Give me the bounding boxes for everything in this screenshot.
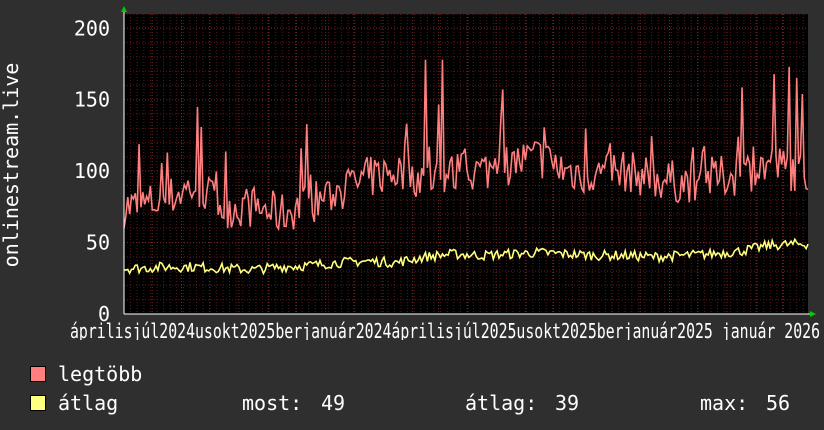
stat-max-value: 56	[766, 391, 791, 415]
line-chart: 050100150200 áprilisjúl2024usokt2025berj…	[0, 6, 820, 340]
y-tick-label: 150	[74, 88, 110, 112]
y-tick-label: 50	[86, 231, 110, 255]
y-tick-label: 200	[74, 16, 110, 40]
legend-max-label: legtöbb	[58, 362, 143, 386]
y-axis-arrow-icon	[121, 6, 127, 12]
x-axis-arrow-icon	[810, 311, 816, 317]
stat-avg-label: átlag:	[465, 391, 538, 415]
stat-now-label: most:	[242, 391, 303, 415]
stat-now-value: 49	[321, 391, 346, 415]
y-axis-label: onlinestream.live	[0, 63, 23, 268]
legend-avg-swatch	[30, 395, 46, 411]
y-tick-label: 100	[74, 159, 110, 183]
stat-avg-value: 39	[555, 391, 580, 415]
legend-max-swatch	[30, 366, 46, 382]
x-tick-labels: áprilisjúl2024usokt2025berjanuár2024ápri…	[70, 319, 820, 340]
stat-max-label: max:	[700, 391, 749, 415]
legend-avg-label: átlag	[58, 391, 119, 415]
